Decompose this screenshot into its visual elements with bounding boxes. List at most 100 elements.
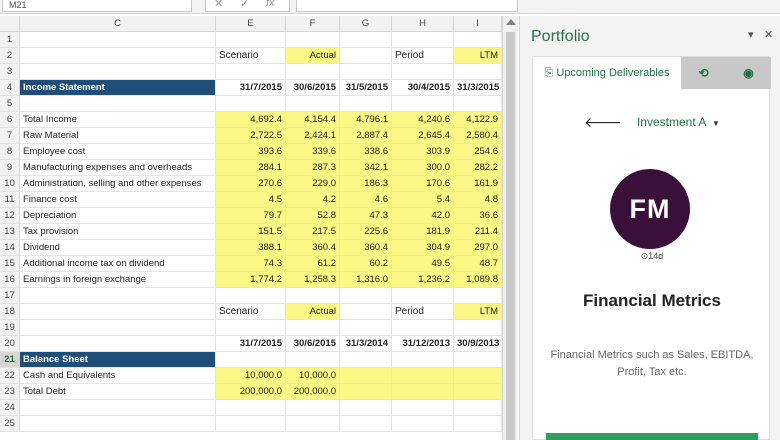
cell-f11[interactable]: 4.2 xyxy=(286,192,340,208)
cell-h16[interactable]: 1,236.2 xyxy=(392,272,454,288)
cell-h9[interactable]: 300.0 xyxy=(392,160,454,176)
cell-e20[interactable]: 31/7/2015 xyxy=(216,336,286,352)
cell-g6[interactable]: 4,796.1 xyxy=(340,112,392,128)
cell-g7[interactable]: 2,887.4 xyxy=(340,128,392,144)
grid-cell[interactable] xyxy=(454,400,502,416)
cell-e18[interactable]: Scenario xyxy=(216,304,286,320)
globe-icon[interactable]: ◉ xyxy=(726,57,771,89)
cell-i12[interactable]: 36.6 xyxy=(454,208,502,224)
cell-f2[interactable]: Actual xyxy=(286,48,340,64)
cell-f12[interactable]: 52.8 xyxy=(286,208,340,224)
grid-cell[interactable] xyxy=(454,416,502,432)
cell-g16[interactable]: 1,316.0 xyxy=(340,272,392,288)
row-header[interactable]: 10 xyxy=(0,176,20,192)
row-header[interactable]: 11 xyxy=(0,192,20,208)
grid-cell[interactable] xyxy=(216,400,286,416)
grid-cell[interactable] xyxy=(454,320,502,336)
cell-c7[interactable]: Raw Material xyxy=(20,128,216,144)
grid-cell[interactable] xyxy=(286,32,340,48)
cell-e7[interactable]: 2,722.5 xyxy=(216,128,286,144)
name-box[interactable]: M21 xyxy=(2,0,192,12)
grid-cell[interactable] xyxy=(454,32,502,48)
row-header[interactable]: 17 xyxy=(0,288,20,304)
grid-cell[interactable] xyxy=(216,288,286,304)
vertical-scrollbar[interactable] xyxy=(502,16,518,440)
cell-h23[interactable] xyxy=(392,384,454,400)
grid-cell[interactable] xyxy=(216,64,286,80)
cell-i2[interactable]: LTM xyxy=(454,48,502,64)
scroll-thumb[interactable] xyxy=(506,32,515,440)
cell-i11[interactable]: 4.8 xyxy=(454,192,502,208)
row-header[interactable]: 4 xyxy=(0,80,20,96)
grid-cell[interactable] xyxy=(340,320,392,336)
cell-f18[interactable]: Actual xyxy=(286,304,340,320)
row-header[interactable]: 9 xyxy=(0,160,20,176)
cell-i10[interactable]: 161.9 xyxy=(454,176,502,192)
close-icon[interactable]: ✕ xyxy=(764,28,773,41)
row-header[interactable]: 21 xyxy=(0,352,20,368)
cell-h13[interactable]: 181.9 xyxy=(392,224,454,240)
grid-cell[interactable] xyxy=(392,32,454,48)
row-header[interactable]: 23 xyxy=(0,384,20,400)
row-header[interactable]: 6 xyxy=(0,112,20,128)
row-header[interactable]: 16 xyxy=(0,272,20,288)
cell-h14[interactable]: 304.9 xyxy=(392,240,454,256)
grid-cell[interactable] xyxy=(340,400,392,416)
cell-f10[interactable]: 229.0 xyxy=(286,176,340,192)
cell-e12[interactable]: 79.7 xyxy=(216,208,286,224)
row-header[interactable]: 20 xyxy=(0,336,20,352)
cell-i8[interactable]: 254.6 xyxy=(454,144,502,160)
grid-cell[interactable] xyxy=(340,64,392,80)
formula-input[interactable] xyxy=(296,0,518,12)
cell-e6[interactable]: 4,692.4 xyxy=(216,112,286,128)
tab-upcoming-deliverables[interactable]: ⎘ Upcoming Deliverables xyxy=(533,57,681,89)
row-header[interactable]: 24 xyxy=(0,400,20,416)
grid-cell[interactable] xyxy=(20,288,216,304)
cell-g15[interactable]: 60.2 xyxy=(340,256,392,272)
grid-cell[interactable] xyxy=(454,96,502,112)
row-header[interactable]: 19 xyxy=(0,320,20,336)
cell-i4[interactable]: 31/3/2015 xyxy=(454,80,502,96)
cell-f14[interactable]: 360.4 xyxy=(286,240,340,256)
cell-h6[interactable]: 4,240.6 xyxy=(392,112,454,128)
grid-cell[interactable] xyxy=(286,320,340,336)
cell-c21[interactable]: Balance Sheet xyxy=(20,352,216,368)
cell-c11[interactable]: Finance cost xyxy=(20,192,216,208)
cell-c10[interactable]: Administration, selling and other expens… xyxy=(20,176,216,192)
row-header[interactable]: 8 xyxy=(0,144,20,160)
cell-g14[interactable]: 360.4 xyxy=(340,240,392,256)
grid-cell[interactable] xyxy=(286,400,340,416)
grid-cell[interactable] xyxy=(392,352,454,368)
grid-cell[interactable] xyxy=(392,64,454,80)
grid-cell[interactable] xyxy=(216,320,286,336)
row-header[interactable]: 15 xyxy=(0,256,20,272)
row-header[interactable]: 12 xyxy=(0,208,20,224)
grid-cell[interactable] xyxy=(216,96,286,112)
cell-f22[interactable]: 10,000.0 xyxy=(286,368,340,384)
cell-h7[interactable]: 2,645.4 xyxy=(392,128,454,144)
cell-g12[interactable]: 47.3 xyxy=(340,208,392,224)
cell-h4[interactable]: 30/4/2015 xyxy=(392,80,454,96)
grid-cell[interactable] xyxy=(392,400,454,416)
cell-i13[interactable]: 211.4 xyxy=(454,224,502,240)
grid-cell[interactable] xyxy=(392,416,454,432)
cell-i15[interactable]: 48.7 xyxy=(454,256,502,272)
cell-i20[interactable]: 30/9/2013 xyxy=(454,336,502,352)
cell-c6[interactable]: Total Income xyxy=(20,112,216,128)
grid-cell[interactable] xyxy=(216,32,286,48)
cell-e15[interactable]: 74.3 xyxy=(216,256,286,272)
row-header[interactable]: 5 xyxy=(0,96,20,112)
cell-e14[interactable]: 388.1 xyxy=(216,240,286,256)
grid-cell[interactable] xyxy=(454,64,502,80)
row-header[interactable]: 25 xyxy=(0,416,20,432)
cell-h20[interactable]: 31/12/2013 xyxy=(392,336,454,352)
cell-c12[interactable]: Depreciation xyxy=(20,208,216,224)
refresh-icon[interactable]: ⟲ xyxy=(681,57,726,89)
cell-f7[interactable]: 2,424.1 xyxy=(286,128,340,144)
cell-f13[interactable]: 217.5 xyxy=(286,224,340,240)
cell-e11[interactable]: 4.5 xyxy=(216,192,286,208)
cell-h2[interactable]: Period xyxy=(392,48,454,64)
cell-f15[interactable]: 61.2 xyxy=(286,256,340,272)
cell-g10[interactable]: 186.3 xyxy=(340,176,392,192)
back-arrow-icon[interactable]: 🡐 xyxy=(584,114,622,130)
